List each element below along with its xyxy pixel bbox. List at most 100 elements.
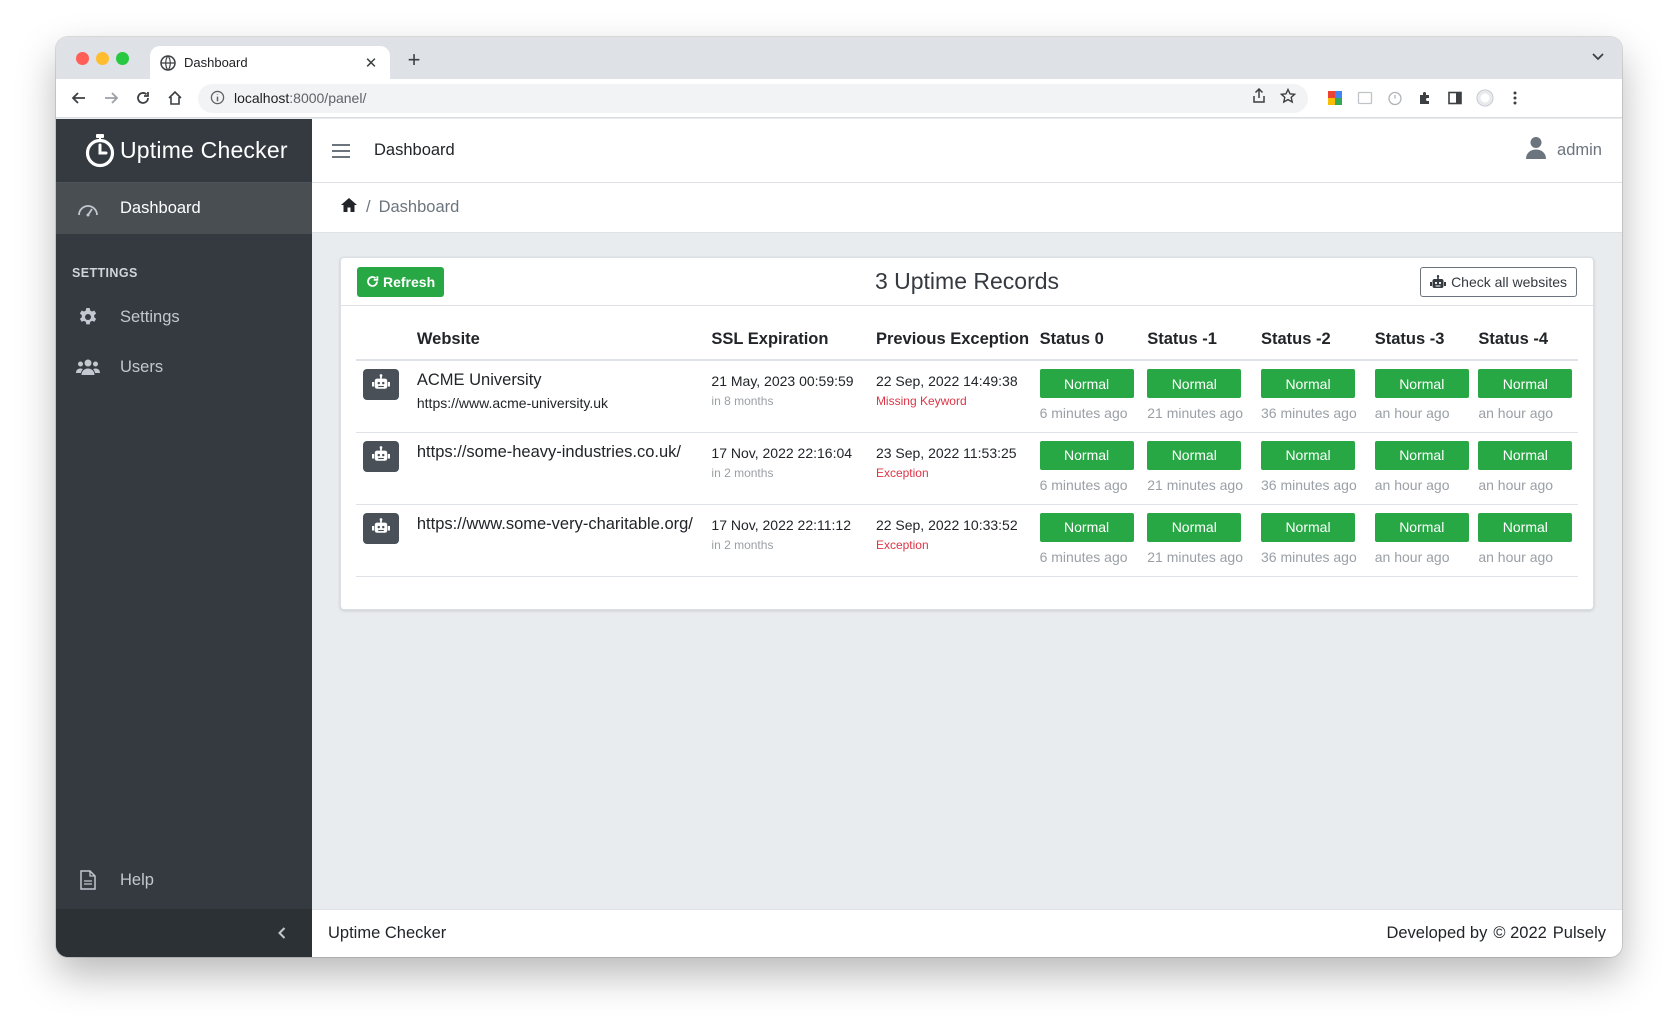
status-badge[interactable]: Normal — [1261, 512, 1355, 542]
status-badge[interactable]: Normal — [1478, 440, 1573, 470]
status-badge[interactable]: Normal — [1478, 369, 1573, 398]
extension-timer-icon[interactable] — [1386, 89, 1404, 107]
sidebar-item-settings[interactable]: Settings — [56, 292, 312, 342]
home-icon[interactable] — [340, 197, 358, 218]
extension-color-icon[interactable] — [1326, 89, 1344, 107]
refresh-button[interactable]: Refresh — [357, 266, 445, 297]
column-header: Status -1 — [1143, 320, 1257, 361]
status-badge[interactable]: Normal — [1478, 512, 1573, 542]
cell-status: Normal an hour ago — [1474, 504, 1578, 577]
cell-status: Normal 21 minutes ago — [1143, 360, 1257, 433]
reload-icon — [137, 92, 149, 104]
status-badge[interactable]: Normal — [1039, 369, 1134, 398]
ssl-expiration-date: 17 Nov, 2022 22:16:04 — [711, 444, 853, 461]
robot-icon — [372, 445, 390, 467]
column-header: Status -2 — [1257, 320, 1371, 361]
footer-company-link[interactable]: Pulsely — [1553, 924, 1606, 943]
close-window-button[interactable] — [76, 52, 89, 65]
cell-website: https://www.some-very-charitable.org/ — [412, 504, 708, 577]
ssl-relative-time: in 8 months — [711, 394, 774, 408]
website-url[interactable]: https://www.acme-university.uk — [417, 395, 704, 411]
bookmark-star-icon[interactable] — [1279, 87, 1297, 109]
status-badge[interactable]: Normal — [1039, 440, 1134, 470]
cell-status: Normal 36 minutes ago — [1257, 504, 1371, 577]
address-bar[interactable]: localhost:8000/panel/ — [198, 83, 1308, 113]
status-badge[interactable]: Normal — [1039, 512, 1134, 542]
main-area: Dashboard admin / Dashboard Refresh 3 Up… — [312, 119, 1622, 957]
sidebar-item-users[interactable]: Users — [56, 342, 312, 392]
browser-menu-icon[interactable] — [1506, 89, 1524, 107]
status-time: 36 minutes ago — [1261, 405, 1357, 421]
footer-developed-by: Developed by — [1386, 924, 1488, 942]
column-header: Status -4 — [1474, 320, 1578, 361]
refresh-label: Refresh — [383, 273, 436, 290]
footer-credits: Developed by © 2022 Pulsely — [1386, 924, 1606, 943]
sidebar-item-help[interactable]: Help — [56, 855, 312, 905]
status-time: 21 minutes ago — [1147, 548, 1243, 565]
status-badge[interactable]: Normal — [1261, 369, 1355, 398]
user-menu[interactable]: admin — [1525, 136, 1602, 165]
ssl-expiration-date: 17 Nov, 2022 22:11:12 — [711, 516, 851, 533]
status-badge[interactable]: Normal — [1147, 369, 1242, 398]
website-name[interactable]: https://some-heavy-industries.co.uk/ — [417, 441, 704, 463]
profile-avatar-icon[interactable] — [1476, 89, 1494, 107]
cell-ssl: 21 May, 2023 00:59:59 in 8 months — [707, 360, 872, 433]
status-badge[interactable]: Normal — [1374, 440, 1469, 470]
home-icon — [168, 90, 182, 105]
tachometer-icon — [76, 198, 100, 220]
reload-button[interactable] — [128, 83, 158, 113]
ssl-relative-time: in 2 months — [711, 465, 774, 480]
check-website-button[interactable] — [363, 369, 399, 400]
share-icon[interactable] — [1252, 87, 1266, 109]
status-badge[interactable]: Normal — [1147, 512, 1242, 542]
page-title: Dashboard — [374, 141, 455, 159]
cell-exception: 22 Sep, 2022 10:33:52 Exception — [871, 504, 1036, 577]
sidebar-item-label: Dashboard — [120, 199, 201, 217]
info-icon[interactable] — [210, 90, 226, 106]
gear-icon — [76, 306, 100, 328]
puzzle-icon[interactable] — [1416, 89, 1434, 107]
url-host: localhost — [234, 90, 290, 106]
table-header-row: Website SSL Expiration Previous Exceptio… — [356, 320, 1578, 361]
cell-action — [356, 432, 413, 505]
column-header: Previous Exception — [871, 320, 1036, 361]
browser-tab-dashboard[interactable]: Dashboard ✕ — [150, 46, 390, 79]
close-tab-icon[interactable]: ✕ — [362, 54, 380, 72]
status-badge[interactable]: Normal — [1374, 369, 1469, 398]
footer-app-name: Uptime Checker — [328, 924, 447, 942]
sidebar-collapse-button[interactable] — [56, 909, 312, 957]
check-website-button[interactable] — [363, 512, 399, 544]
status-time: 21 minutes ago — [1147, 405, 1243, 421]
website-name[interactable]: ACME University — [417, 369, 704, 391]
back-button[interactable] — [64, 83, 94, 113]
cell-status: Normal 6 minutes ago — [1035, 360, 1144, 433]
status-time: an hour ago — [1478, 548, 1554, 565]
menu-toggle-icon[interactable] — [332, 143, 350, 158]
status-badge[interactable]: Normal — [1374, 512, 1469, 542]
tab-strip: Dashboard ✕ + — [56, 37, 1622, 79]
card-header: Refresh 3 Uptime Records Check all websi… — [341, 258, 1593, 306]
new-tab-button[interactable]: + — [402, 47, 426, 73]
website-name[interactable]: https://www.some-very-charitable.org/ — [417, 513, 704, 535]
forward-button[interactable] — [96, 83, 126, 113]
maximize-window-button[interactable] — [116, 52, 129, 65]
minimize-window-button[interactable] — [96, 52, 109, 65]
check-website-button[interactable] — [363, 440, 399, 472]
exception-type: Missing Keyword — [875, 394, 967, 408]
tab-search-icon[interactable] — [1592, 49, 1604, 64]
home-button[interactable] — [160, 83, 190, 113]
sidebar-item-dashboard[interactable]: Dashboard — [56, 183, 312, 234]
status-badge[interactable]: Normal — [1147, 440, 1242, 470]
extension-grey-icon[interactable] — [1356, 89, 1374, 107]
column-header: SSL Expiration — [707, 320, 872, 361]
globe-icon — [160, 54, 176, 71]
check-all-websites-button[interactable]: Check all websites — [1420, 266, 1577, 297]
status-badge[interactable]: Normal — [1261, 440, 1355, 470]
card-body: Website SSL Expiration Previous Exceptio… — [341, 306, 1593, 609]
cell-website: https://some-heavy-industries.co.uk/ — [412, 432, 708, 505]
side-panel-icon[interactable] — [1446, 89, 1464, 107]
browser-toolbar: localhost:8000/panel/ — [56, 79, 1622, 118]
status-time: an hour ago — [1374, 548, 1450, 565]
brand[interactable]: Uptime Checker — [56, 119, 312, 183]
robot-icon — [372, 374, 390, 395]
